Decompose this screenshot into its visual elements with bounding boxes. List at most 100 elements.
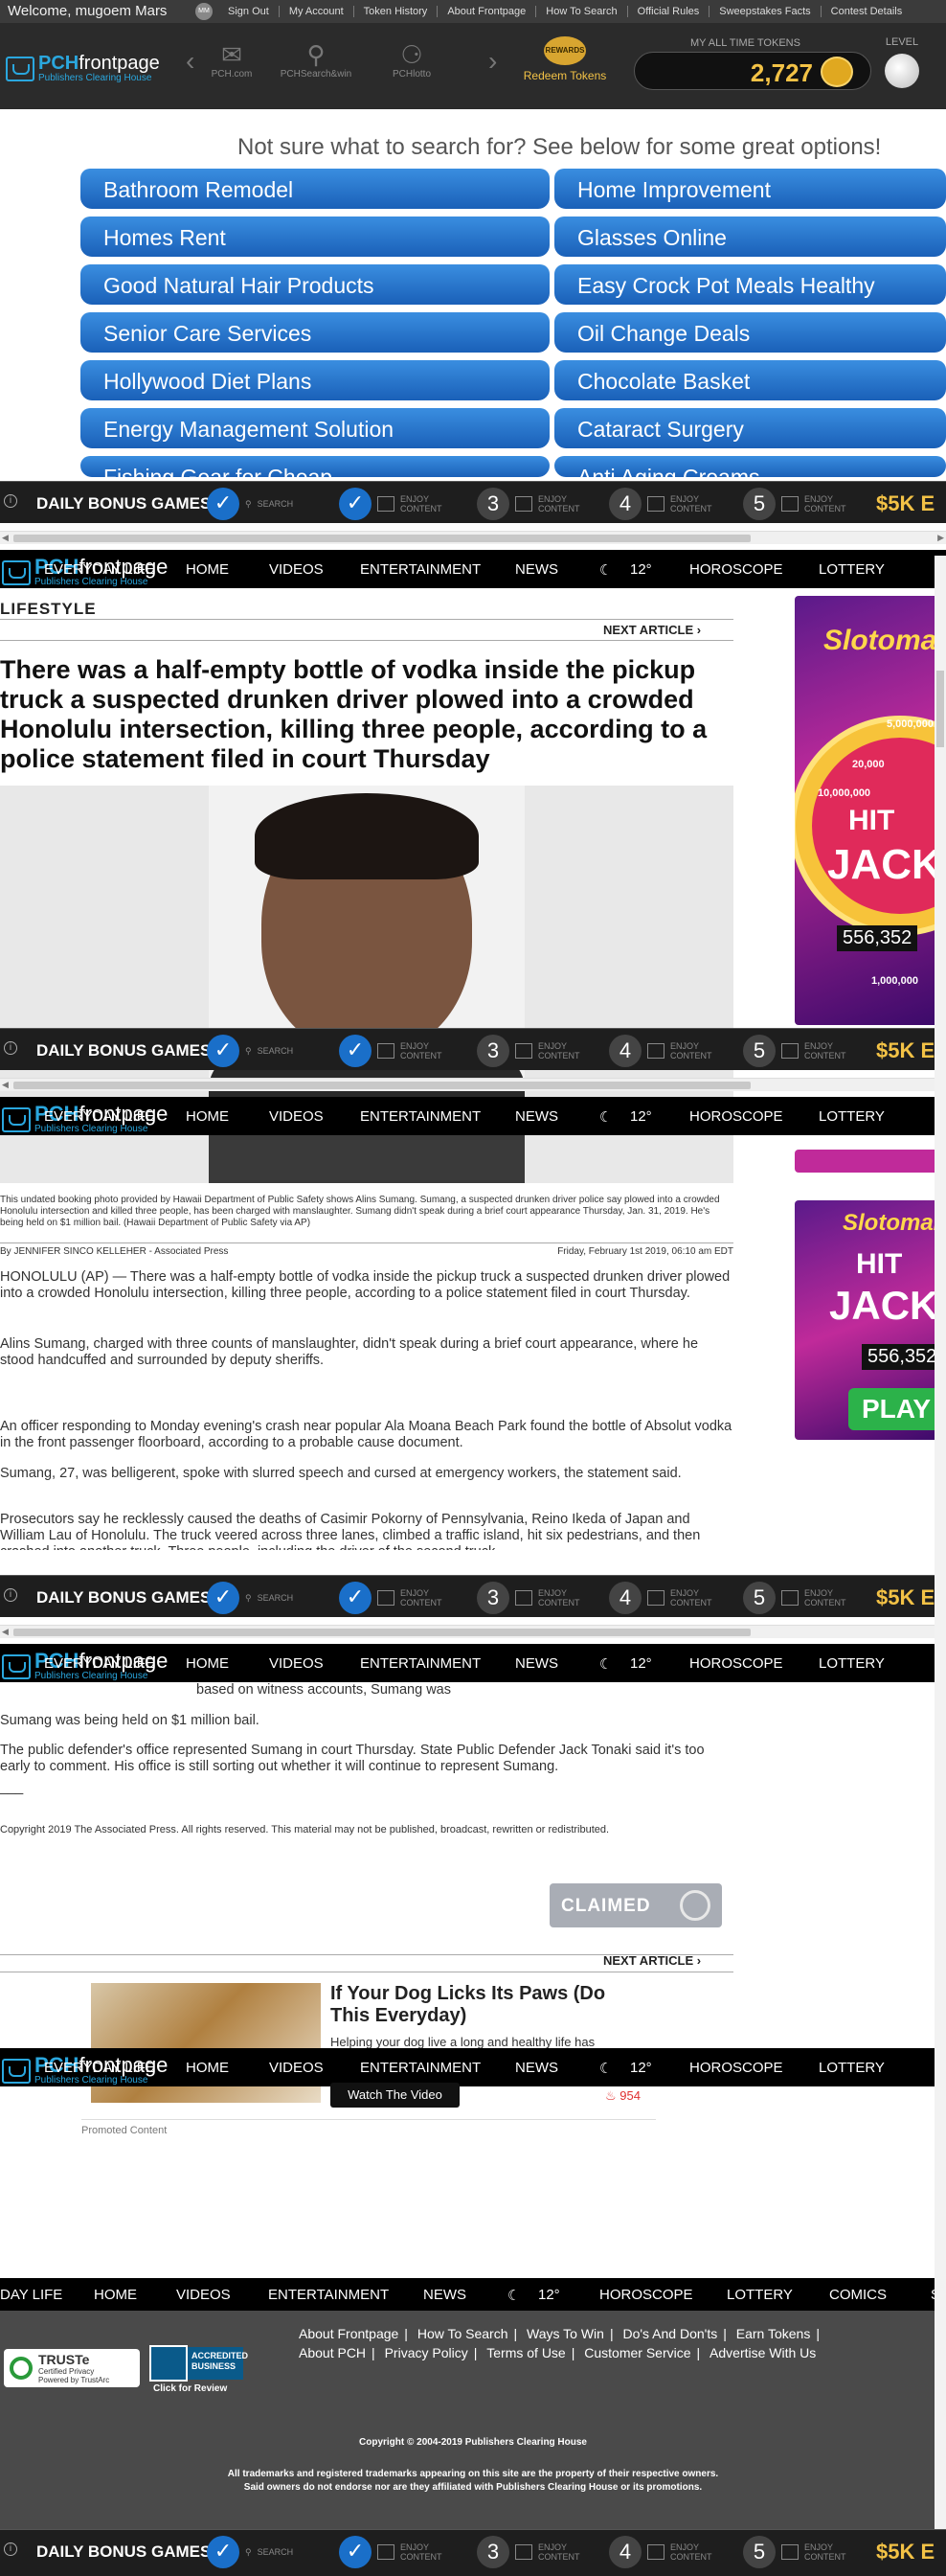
nav-entertainment[interactable]: ENTERTAINMENT bbox=[360, 561, 481, 578]
bonus-prize[interactable]: $5K E bbox=[876, 491, 935, 516]
nav-lottery[interactable]: LOTTERY bbox=[819, 2060, 885, 2076]
nav-videos[interactable]: VIDEOS bbox=[269, 1655, 324, 1672]
nav-everyday-life[interactable]: EVERYDAY LIFE bbox=[44, 2060, 155, 2076]
contest-details-link[interactable]: Contest Details bbox=[822, 6, 912, 17]
nav-comics[interactable]: COMICS bbox=[829, 2287, 887, 2303]
suggestion-button[interactable]: Senior Care Services bbox=[80, 312, 550, 353]
sweepstakes-facts-link[interactable]: Sweepstakes Facts bbox=[710, 6, 822, 17]
nav-entertainment[interactable]: ENTERTAINMENT bbox=[360, 1655, 481, 1672]
bonus-step-3[interactable]: 3 ENJOY CONTENT bbox=[477, 1582, 580, 1614]
token-history-link[interactable]: Token History bbox=[354, 6, 439, 17]
bonus-step-search[interactable]: ✓ ⚲ SEARCH bbox=[207, 1582, 293, 1614]
play-button[interactable]: PLAY bbox=[848, 1388, 946, 1430]
bonus-step-search[interactable]: ✓ ⚲ SEARCH bbox=[207, 2536, 293, 2568]
scroll-left-icon[interactable]: ◀ bbox=[2, 1080, 9, 1090]
scroll-right-icon[interactable]: ▶ bbox=[937, 533, 944, 543]
footer-link[interactable]: How To Search bbox=[412, 2326, 514, 2341]
footer-link[interactable]: About Frontpage bbox=[293, 2326, 404, 2341]
bonus-step-content-1[interactable]: ✓ ENJOY CONTENT bbox=[339, 1035, 442, 1067]
nav-lottery[interactable]: LOTTERY bbox=[727, 2287, 793, 2303]
bonus-step-content-1[interactable]: ✓ ENJOY CONTENT bbox=[339, 488, 442, 520]
bonus-step-5[interactable]: 5 ENJOY CONTENT bbox=[743, 1035, 846, 1067]
nav-pch-com[interactable]: ✉ PCH.com bbox=[203, 40, 260, 80]
bonus-step-4[interactable]: 4 ENJOY CONTENT bbox=[609, 1582, 712, 1614]
nav-weather[interactable]: 12° bbox=[630, 561, 652, 578]
suggestion-button[interactable]: Easy Crock Pot Meals Healthy bbox=[554, 264, 946, 305]
suggestion-button[interactable]: Hollywood Diet Plans bbox=[80, 360, 550, 400]
nav-home[interactable]: HOME bbox=[94, 2287, 137, 2303]
info-icon[interactable]: i bbox=[4, 1588, 17, 1602]
vertical-scrollbar-thumb[interactable] bbox=[936, 671, 944, 747]
level-indicator[interactable]: LEVEL bbox=[885, 36, 919, 88]
footer-link[interactable]: Ways To Win bbox=[521, 2326, 610, 2341]
scroll-left-icon[interactable]: ◀ bbox=[2, 533, 9, 543]
footer-link[interactable]: Privacy Policy bbox=[379, 2345, 474, 2360]
nav-home[interactable]: HOME bbox=[186, 1108, 229, 1125]
scrollbar-thumb[interactable] bbox=[13, 1629, 751, 1636]
truste-badge[interactable]: TRUSTe Certified Privacy Powered by Trus… bbox=[4, 2349, 140, 2387]
nav-everyday-life[interactable]: EVERYDAY LIFE bbox=[44, 561, 155, 578]
suggestion-button[interactable]: Energy Management Solution bbox=[80, 408, 550, 448]
nav-news[interactable]: NEWS bbox=[515, 561, 558, 578]
bonus-step-4[interactable]: 4 ENJOY CONTENT bbox=[609, 2536, 712, 2568]
nav-horoscope[interactable]: HOROSCOPE bbox=[689, 561, 783, 578]
suggestion-button[interactable]: Home Improvement bbox=[554, 169, 946, 209]
nav-everyday-life[interactable]: EVERYDAY LIFE bbox=[44, 1655, 155, 1672]
next-article-link[interactable]: NEXT ARTICLE › bbox=[603, 1953, 701, 1968]
scrollbar-thumb[interactable] bbox=[13, 535, 751, 542]
footer-link[interactable]: Earn Tokens bbox=[731, 2326, 817, 2341]
nav-home[interactable]: HOME bbox=[186, 561, 229, 578]
pch-logo[interactable]: PCHfrontpage Publishers Clearing House bbox=[6, 54, 160, 83]
footer-link[interactable]: Customer Service bbox=[578, 2345, 696, 2360]
suggestion-button[interactable]: Good Natural Hair Products bbox=[80, 264, 550, 305]
next-article-link[interactable]: NEXT ARTICLE › bbox=[603, 623, 701, 637]
how-to-search-link[interactable]: How To Search bbox=[536, 6, 628, 17]
vertical-scrollbar[interactable] bbox=[935, 556, 946, 2529]
nav-lottery[interactable]: LOTTERY bbox=[819, 1108, 885, 1125]
nav-videos[interactable]: VIDEOS bbox=[269, 2060, 324, 2076]
slotomania-ad[interactable]: Slotomania HIT JACK 556,352 5,000,000 20… bbox=[795, 596, 946, 1025]
bbb-badge[interactable]: ACCREDITED BUSINESS Click for Review bbox=[149, 2345, 248, 2394]
bonus-prize[interactable]: $5K E bbox=[876, 2540, 935, 2565]
official-rules-link[interactable]: Official Rules bbox=[628, 6, 710, 17]
suggestion-button[interactable]: Homes Rent bbox=[80, 217, 550, 257]
bonus-step-search[interactable]: ✓ ⚲ SEARCH bbox=[207, 488, 293, 520]
bonus-prize[interactable]: $5K E bbox=[876, 1038, 935, 1063]
horizontal-scrollbar[interactable]: ◀▶ bbox=[0, 1625, 946, 1638]
carousel-right-arrow-icon[interactable]: › bbox=[488, 46, 497, 77]
suggestion-button[interactable]: Fishing Gear for Cheap bbox=[80, 456, 550, 477]
redeem-tokens-button[interactable]: REWARDS Redeem Tokens bbox=[512, 36, 618, 82]
suggestion-button[interactable]: Cataract Surgery bbox=[554, 408, 946, 448]
nav-weather[interactable]: 12° bbox=[630, 2060, 652, 2076]
nav-everyday-life[interactable]: DAY LIFE bbox=[0, 2287, 62, 2303]
nav-weather[interactable]: 12° bbox=[630, 1108, 652, 1125]
nav-news[interactable]: NEWS bbox=[423, 2287, 466, 2303]
tokens-counter[interactable]: MY ALL TIME TOKENS 2,727 bbox=[634, 37, 871, 90]
nav-news[interactable]: NEWS bbox=[515, 2060, 558, 2076]
about-frontpage-link[interactable]: About Frontpage bbox=[438, 6, 537, 17]
nav-horoscope[interactable]: HOROSCOPE bbox=[689, 1108, 783, 1125]
info-icon[interactable]: i bbox=[4, 494, 17, 508]
nav-home[interactable]: HOME bbox=[186, 2060, 229, 2076]
nav-everyday-life[interactable]: EVERYDAY LIFE bbox=[44, 1108, 155, 1125]
nav-lottery[interactable]: LOTTERY bbox=[819, 1655, 885, 1672]
bonus-step-content-1[interactable]: ✓ ENJOY CONTENT bbox=[339, 2536, 442, 2568]
horizontal-scrollbar[interactable]: ◀▶ bbox=[0, 1078, 946, 1091]
bonus-step-4[interactable]: 4 ENJOY CONTENT bbox=[609, 488, 712, 520]
my-account-link[interactable]: My Account bbox=[280, 6, 354, 17]
horizontal-scrollbar[interactable]: ◀▶ bbox=[0, 531, 946, 544]
carousel-left-arrow-icon[interactable]: ‹ bbox=[186, 46, 194, 77]
slotomania-ad-2[interactable]: Slotomania HIT JACK 556,352 PLAY bbox=[795, 1200, 946, 1440]
nav-horoscope[interactable]: HOROSCOPE bbox=[689, 2060, 783, 2076]
scroll-left-icon[interactable]: ◀ bbox=[2, 1627, 9, 1637]
bonus-step-3[interactable]: 3 ENJOY CONTENT bbox=[477, 488, 580, 520]
nav-pch-lotto[interactable]: ⚆ PCHlotto bbox=[383, 40, 440, 80]
watch-video-button[interactable]: Watch The Video bbox=[330, 2083, 460, 2108]
nav-entertainment[interactable]: ENTERTAINMENT bbox=[360, 2060, 481, 2076]
suggestion-button[interactable]: Anti Aging Creams bbox=[554, 456, 946, 477]
footer-link[interactable]: About PCH bbox=[293, 2345, 372, 2360]
bonus-step-content-1[interactable]: ✓ ENJOY CONTENT bbox=[339, 1582, 442, 1614]
claimed-button[interactable]: CLAIMED bbox=[550, 1883, 722, 1927]
bonus-step-4[interactable]: 4 ENJOY CONTENT bbox=[609, 1035, 712, 1067]
footer-link[interactable]: Advertise With Us bbox=[704, 2345, 822, 2360]
